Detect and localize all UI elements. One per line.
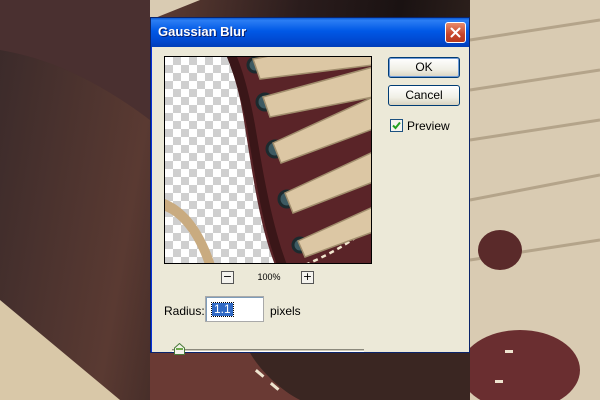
dialog-title: Gaussian Blur [158, 24, 247, 39]
radius-slider-track[interactable] [172, 349, 364, 352]
zoom-out-button[interactable]: − [221, 271, 234, 284]
checkmark-icon [392, 121, 401, 130]
radius-label: Radius: [164, 304, 205, 318]
preview-window[interactable] [164, 56, 372, 264]
close-icon [450, 27, 461, 38]
close-button[interactable] [445, 22, 466, 43]
radius-unit-label: pixels [270, 304, 301, 318]
ok-button[interactable]: OK [388, 57, 460, 78]
preview-checkbox[interactable] [390, 119, 403, 132]
zoom-controls: − 100% + [164, 271, 372, 287]
slider-thumb-icon[interactable] [174, 343, 185, 355]
preview-image [165, 57, 371, 263]
title-bar[interactable]: Gaussian Blur [151, 18, 469, 47]
gaussian-blur-dialog: Gaussian Blur − 100% + OK Cancel Preview… [150, 17, 470, 355]
zoom-in-button[interactable]: + [301, 271, 314, 284]
zoom-level: 100% [257, 272, 281, 282]
radius-value: 1.1 [211, 302, 234, 317]
preview-label: Preview [407, 119, 450, 133]
radius-input[interactable]: 1.1 [205, 296, 264, 322]
dialog-body: − 100% + OK Cancel Preview Radius: 1.1 p… [154, 47, 466, 355]
cancel-button[interactable]: Cancel [388, 85, 460, 106]
